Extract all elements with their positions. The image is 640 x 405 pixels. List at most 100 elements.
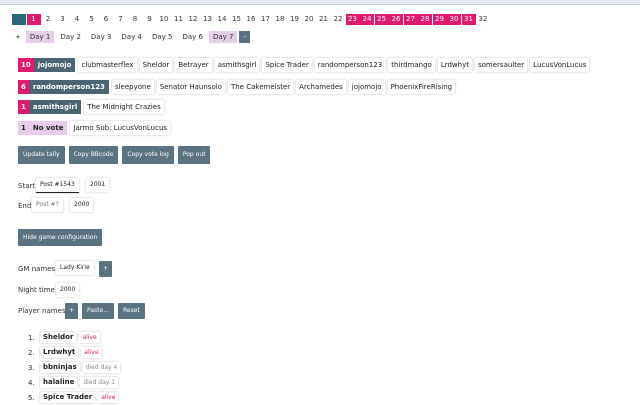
gm-name-field[interactable]: Lady Kirie (56, 261, 94, 275)
end-post-field[interactable]: Post #? (32, 198, 63, 212)
day-tab[interactable]: Day 2 (56, 31, 85, 43)
voter-chip[interactable]: Sheldor (139, 58, 173, 72)
page-link[interactable]: 19 (288, 14, 302, 25)
page-link[interactable]: 6 (99, 14, 113, 25)
page-link[interactable]: 27 (403, 14, 418, 25)
voter-chip[interactable]: somersaulter (474, 58, 528, 72)
page-link[interactable]: 29 (432, 14, 447, 25)
day-tab[interactable]: Day 5 (148, 31, 177, 43)
page-link[interactable]: 1 (26, 14, 41, 25)
page-link[interactable]: 8 (128, 14, 142, 25)
voter-chip[interactable]: thirdmango (388, 58, 435, 72)
copy-vote-log-button[interactable]: Copy vote log (122, 146, 174, 164)
player-status[interactable]: alive (98, 392, 119, 403)
pop-out-button[interactable]: Pop out (177, 146, 211, 164)
page-link[interactable]: 31 (461, 14, 476, 25)
page-link[interactable]: 30 (447, 14, 461, 25)
player-status[interactable]: died day 4 (82, 362, 121, 373)
page-link[interactable]: 25 (374, 14, 389, 25)
hide-configuration-button[interactable]: Hide game configuration (18, 229, 103, 246)
voter-chip[interactable]: Jarmo Sub: LucusVonLucus (70, 121, 171, 135)
night-time-label: Night time (18, 286, 55, 294)
player-status[interactable]: alive (81, 347, 102, 358)
vote-target[interactable]: randomperson123 (28, 80, 109, 94)
player-number: 4. (28, 378, 35, 387)
top-bar (0, 0, 640, 5)
player-number: 3. (28, 363, 35, 372)
voter-chip[interactable]: randomperson123 (314, 58, 386, 72)
player-status[interactable]: alive (79, 332, 100, 343)
add-day-button[interactable]: + (12, 31, 24, 43)
player-status[interactable]: died day 1 (80, 377, 119, 388)
page-link[interactable]: 24 (360, 14, 374, 25)
list-item: 2. Lrdwhyt alive (28, 345, 120, 360)
voter-chip[interactable]: Betrayer (175, 58, 212, 72)
page-link[interactable]: 23 (345, 14, 360, 25)
page-link[interactable]: 18 (273, 14, 287, 25)
voter-chip[interactable]: clubmasterflex (78, 58, 137, 72)
vote-target[interactable]: No vote (28, 121, 68, 135)
page-link[interactable]: 2 (41, 14, 55, 25)
player-name-field[interactable]: Lrdwhyt (40, 347, 79, 358)
page-link[interactable]: 1 (12, 14, 26, 25)
page-link[interactable]: 14 (215, 14, 229, 25)
vote-target[interactable]: jojomojo (33, 58, 76, 72)
page-link[interactable]: 15 (230, 14, 244, 25)
page-link[interactable]: 3 (56, 14, 70, 25)
start-post-field[interactable]: Post #1543 (36, 178, 79, 193)
voter-chip[interactable]: Spice Trader (262, 58, 312, 72)
day-tab[interactable]: Day 1 (25, 31, 55, 43)
page-link[interactable]: 28 (418, 14, 432, 25)
voter-chip[interactable]: Lrdwhyt (437, 58, 472, 72)
add-gm-button[interactable]: + (99, 261, 113, 277)
day-tab[interactable]: Day 4 (117, 31, 146, 43)
update-tally-button[interactable]: Update tally (18, 146, 65, 164)
player-name-field[interactable]: bbninjas (40, 362, 80, 373)
voter-chip[interactable]: sleepyone (111, 80, 154, 94)
page-link[interactable]: 5 (85, 14, 99, 25)
page-link[interactable]: 22 (331, 14, 345, 25)
voter-chip[interactable]: The Cakemeister (227, 80, 294, 94)
day-tab[interactable]: Day 3 (87, 31, 116, 43)
player-name-field[interactable]: Sheldor (40, 332, 77, 343)
player-name-field[interactable]: halaline (40, 377, 78, 388)
night-time-field[interactable]: 2000 (56, 283, 80, 297)
voter-chip[interactable]: jojomojo (348, 80, 385, 94)
player-names-label: Player names (18, 307, 66, 315)
remove-day-button[interactable]: - (239, 31, 251, 43)
player-name-field[interactable]: Spice Trader (40, 392, 96, 403)
page-link[interactable]: 21 (317, 14, 331, 25)
page-link[interactable]: 16 (244, 14, 258, 25)
page-link[interactable]: 9 (143, 14, 157, 25)
voter-chip[interactable]: Senator Haunsolo (156, 80, 225, 94)
vote-row: 1 asmithsgirl The Midnight Crazies (18, 100, 167, 114)
day-tab[interactable]: Day 7 (208, 31, 238, 43)
page-link[interactable]: 17 (259, 14, 273, 25)
page-link[interactable]: 10 (157, 14, 171, 25)
vote-target[interactable]: asmithsgirl (28, 100, 82, 114)
end-time-field[interactable]: 2000 (70, 198, 94, 212)
page-link[interactable]: 4 (70, 14, 84, 25)
voter-chip[interactable]: LucusVonLucus (530, 58, 590, 72)
page-link[interactable]: 20 (302, 14, 316, 25)
day-tab[interactable]: Day 6 (178, 31, 207, 43)
copy-bbcode-button[interactable]: Copy BBcode (68, 146, 119, 164)
page-link[interactable]: 13 (201, 14, 215, 25)
page-link[interactable]: 11 (172, 14, 186, 25)
page-link[interactable]: 32 (476, 14, 490, 25)
end-label: End (18, 202, 32, 210)
page-link[interactable]: 12 (186, 14, 200, 25)
paste-players-button[interactable]: Paste... (82, 303, 114, 319)
player-list: 1. Sheldor alive 2. Lrdwhyt alive 3. bbninjas di… (28, 330, 121, 405)
reset-players-button[interactable]: Reset (118, 303, 145, 319)
day-tabs: + Day 1 Day 2 Day 3 Day 4 Day 5 Day 6 Day 7 - (12, 31, 252, 43)
voter-chip[interactable]: The Midnight Crazies (84, 100, 164, 114)
list-item: 5. Spice Trader alive (28, 390, 120, 405)
page-link[interactable]: 26 (389, 14, 403, 25)
page-link[interactable]: 7 (114, 14, 128, 25)
start-time-field[interactable]: 2001 (86, 178, 110, 192)
voter-chip[interactable]: asmithsgirl (214, 58, 260, 72)
add-player-button[interactable]: + (65, 303, 79, 319)
voter-chip[interactable]: PhoenixFireRising (387, 80, 456, 94)
voter-chip[interactable]: Archamedes (296, 80, 346, 94)
